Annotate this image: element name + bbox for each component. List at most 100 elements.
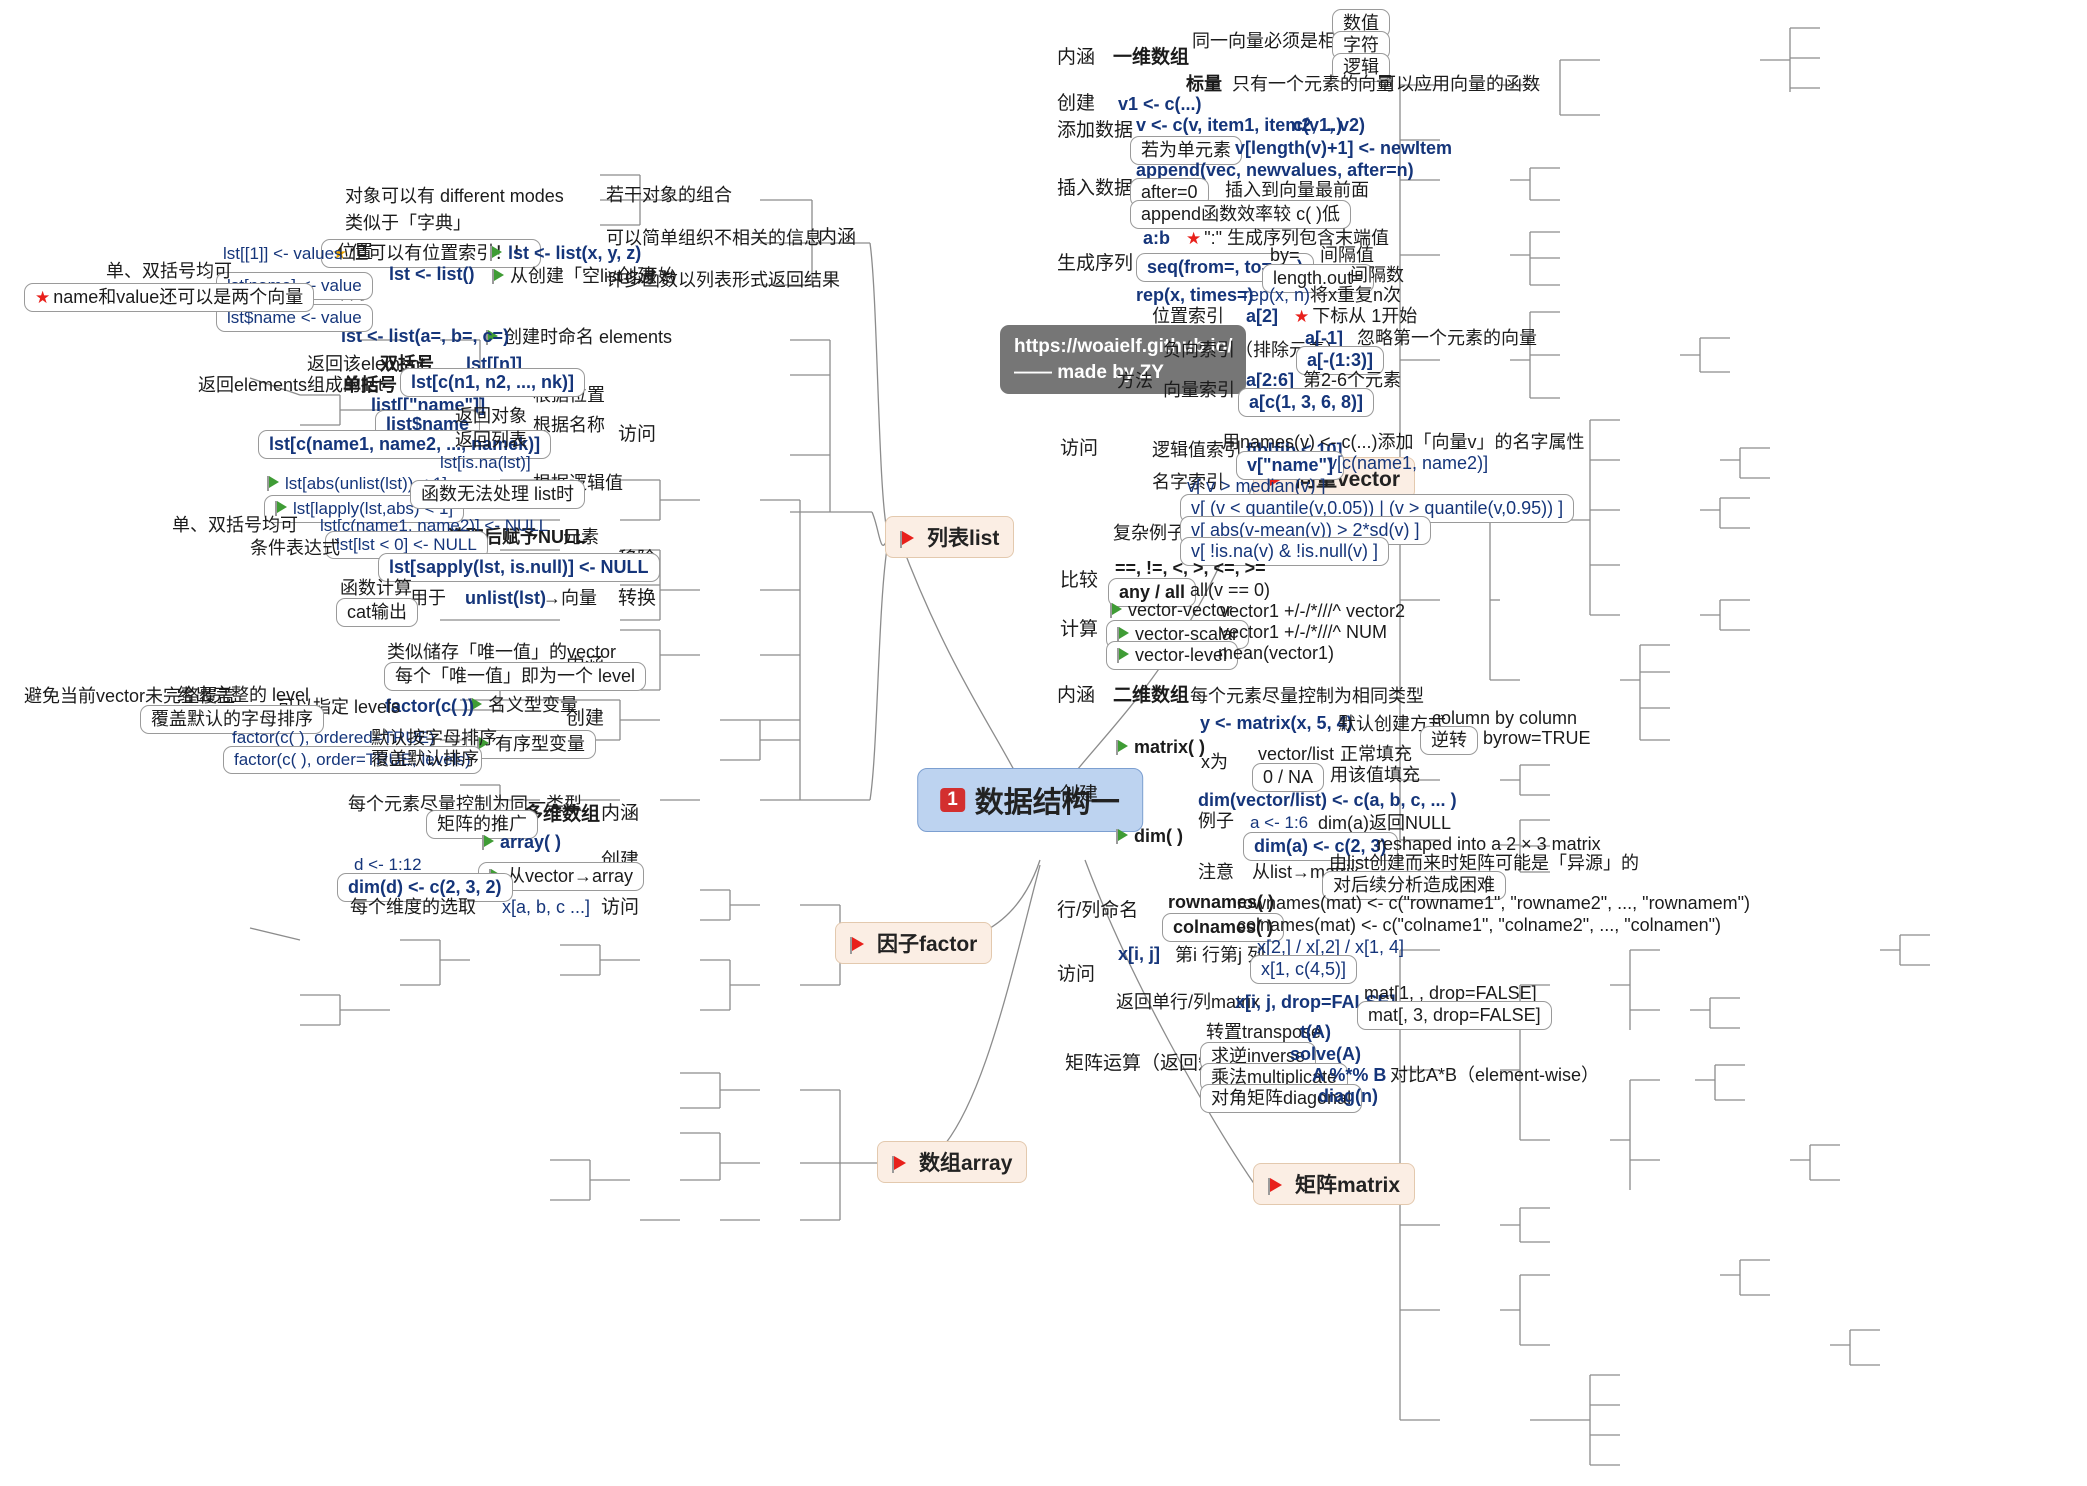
array-neihan[interactable]: 内涵 [601, 803, 639, 825]
matrix-x-wei[interactable]: x为 [1201, 752, 1228, 773]
root-topic[interactable]: 1 数据结构一 [917, 768, 1143, 832]
matrix-vector-list[interactable]: vector/list [1258, 744, 1334, 765]
vector-hulue-diyige[interactable]: 忽略第一个元素的向量 [1357, 328, 1537, 349]
matrix-yonggai-tianchong[interactable]: 用该值填充 [1330, 765, 1420, 786]
matrix-zhengchang-tianchong[interactable]: 正常填充 [1340, 744, 1412, 765]
matrix-dim-fn[interactable]: dim( ) [1116, 826, 1183, 847]
vector-jiang-x-chongfu[interactable]: 将x重复n次 [1310, 285, 1401, 306]
list-dan-shuang-2[interactable]: 单、双括号均可 [172, 515, 298, 536]
matrix-byrow-true[interactable]: byrow=TRUE [1483, 728, 1591, 749]
vector-jiangeshu[interactable]: 间隔数 [1350, 265, 1404, 286]
matrix-erwei-shuzu[interactable]: 二维数组 [1113, 685, 1189, 707]
array-x-abc[interactable]: x[a, b, c ...] [502, 897, 590, 918]
matrix-op-2-expr[interactable]: A %*% B [1312, 1065, 1386, 1086]
vector-weizhi-suoyin[interactable]: 位置索引 [1152, 306, 1224, 327]
matrix-x-examples2[interactable]: x[1, c(4,5)] [1250, 955, 1358, 984]
matrix-dim-vector-list[interactable]: dim(vector/list) <- c(a, b, c, ... ) [1198, 790, 1457, 811]
vector-rep-fn[interactable]: rep(x, times=) [1136, 285, 1254, 306]
matrix-a-16[interactable]: a <- 1:6 [1250, 813, 1308, 833]
list-create-item-1[interactable]: 从创建「空list」开始 [492, 266, 676, 287]
vector-c-v1-v2[interactable]: c(v1, v2) [1293, 115, 1365, 136]
vector-bijiao[interactable]: 比较 [1060, 570, 1098, 592]
list-fangwen[interactable]: 访问 [618, 424, 656, 446]
vector-v1-c[interactable]: v1 <- c(...) [1118, 94, 1202, 115]
list-neihan-sub-0[interactable]: 对象可以有 different modes [345, 186, 564, 207]
matrix-chuangjian[interactable]: 创建 [1060, 784, 1098, 806]
vector-a-c1368[interactable]: a[c(1, 3, 6, 8)] [1238, 388, 1375, 417]
matrix-op-2-note[interactable]: 对比A*B（element-wise） [1390, 1065, 1599, 1086]
list-zhuanhuan[interactable]: 转换 [618, 588, 656, 610]
vector-tianjia-shuju[interactable]: 添加数据 [1057, 120, 1133, 142]
matrix-zero-na[interactable]: 0 / NA [1252, 763, 1325, 792]
vector-charu-zuiqian[interactable]: 插入到向量最前面 [1225, 180, 1369, 201]
list-hanshu-wufa[interactable]: 函数无法处理 list时 [410, 480, 585, 509]
matrix-mat-drop2[interactable]: mat[, 3, drop=FALSE] [1357, 1001, 1552, 1030]
list-cat-shuchu[interactable]: cat输出 [336, 598, 419, 627]
list-lst-list[interactable]: lst <- list() [389, 264, 475, 285]
matrix-zhuyi[interactable]: 注意 [1198, 862, 1234, 883]
list-fanhui-list[interactable]: 返回elements组成的list [198, 375, 383, 396]
list-neihan-sub-1[interactable]: 类似于「字典」 [345, 213, 471, 234]
vector-yiwei-shuzu[interactable]: 一维数组 [1113, 47, 1189, 69]
matrix-colnames-expr[interactable]: colnames(mat) <- c("colname1", "colname2… [1237, 915, 1721, 936]
vector-ab[interactable]: a:b [1143, 228, 1170, 249]
matrix-op-3-expr[interactable]: diag(n) [1318, 1086, 1378, 1107]
matrix-nizhuan[interactable]: 逆转 [1420, 726, 1478, 755]
list-hanshu-jisuan[interactable]: 函数计算 [340, 578, 412, 599]
vector-operators[interactable]: ==, !=, <, >, <=, >= [1115, 558, 1266, 579]
vector-keyi-yingyong[interactable]: 可以应用向量的函数 [1378, 74, 1540, 95]
vector-charu-shuju[interactable]: 插入数据 [1057, 178, 1133, 200]
vector-append-xiaolv[interactable]: append函数效率较 c( )低 [1130, 200, 1352, 229]
vector-calc-1-expr[interactable]: vector1 +/-/*///^ NUM [1220, 622, 1387, 643]
list-assign-pos[interactable]: lst[[1]] <- values [223, 244, 343, 264]
list-lst-cn[interactable]: lst[c(n1, n2, ..., nk)] [400, 368, 586, 397]
branch-matrix[interactable]: 矩阵matrix [1253, 1163, 1416, 1205]
list-unlist[interactable]: unlist(lst) [465, 588, 546, 609]
matrix-meige-yuansu[interactable]: 每个元素尽量控制为相同类型 [1190, 686, 1424, 707]
list-neihan-item-0[interactable]: 若干对象的组合 [606, 185, 732, 206]
list-fanhui-duixiang[interactable]: 返回对象 [455, 406, 527, 427]
vector-zhiyou-yige[interactable]: 只有一个元素的向量 [1232, 74, 1394, 95]
list-lst-sapply-null[interactable]: lst[sapply(lst, is.null)] <- NULL [378, 553, 660, 582]
vector-v-length[interactable]: v[length(v)+1] <- newItem [1235, 138, 1452, 159]
matrix-lizi[interactable]: 例子 [1198, 811, 1234, 832]
list-dan-shuang-1[interactable]: 单、双括号均可 [106, 261, 232, 282]
vector-neihan[interactable]: 内涵 [1057, 47, 1095, 69]
vector-xiabiao-note[interactable]: ★ 下标从 1开始 [1294, 306, 1417, 327]
vector-names-note[interactable]: 用names(v) <- c(...)添加「向量v」的名字属性 [1222, 432, 1585, 453]
matrix-fangwen[interactable]: 访问 [1057, 964, 1095, 986]
factor-neihan-0[interactable]: 类似储存「唯一值」的vector [387, 642, 616, 663]
array-array-fn[interactable]: array( ) [482, 832, 561, 853]
vector-biaoliang[interactable]: 标量 [1186, 74, 1222, 95]
vector-calc-2-expr[interactable]: mean(vector1) [1218, 643, 1334, 664]
vector-calc-0[interactable]: vector-vector [1110, 600, 1232, 621]
vector-all-v0[interactable]: all(v == 0) [1190, 580, 1270, 601]
vector-fangwen[interactable]: 访问 [1060, 438, 1098, 460]
vector-jiangezhi[interactable]: 间隔值 [1320, 245, 1374, 266]
matrix-op-0-expr[interactable]: t(A) [1300, 1022, 1331, 1043]
list-neihan[interactable]: 内涵 [818, 227, 856, 249]
vector-fuza-lizi[interactable]: 复杂例子 [1113, 523, 1185, 544]
list-create-item-0[interactable]: lst <- list(x, y, z) [490, 243, 641, 264]
matrix-reshaped[interactable]: reshaped into a 2 × 3 matrix [1377, 834, 1601, 855]
branch-factor[interactable]: 因子factor [835, 922, 993, 964]
matrix-dim-a-null[interactable]: dim(a)返回NULL [1318, 813, 1451, 834]
factor-mingyi[interactable]: 名义型变量 [470, 695, 578, 716]
vector-v-cname[interactable]: v[c(name1, name2)] [1328, 453, 1488, 474]
vector-a2[interactable]: a[2] [1246, 306, 1278, 327]
list-tiaojian-biaodashi[interactable]: 条件表达式 [250, 538, 340, 559]
branch-list[interactable]: 列表list [885, 516, 1015, 558]
matrix-op-1-expr[interactable]: solve(A) [1290, 1044, 1361, 1065]
matrix-rownames-expr[interactable]: rownames(mat) <- c("rowname1", "rowname2… [1237, 893, 1750, 914]
list-name-value-note[interactable]: ★ name和value还可以是两个向量 [24, 283, 315, 312]
array-fangwen[interactable]: 访问 [601, 897, 639, 919]
vector-rep-xn[interactable]: rep(x, n) [1243, 285, 1310, 306]
branch-array[interactable]: 数组array [877, 1141, 1028, 1183]
vector-jisuan[interactable]: 计算 [1060, 619, 1098, 641]
array-d-112[interactable]: d <- 1:12 [354, 855, 422, 875]
matrix-matrix-fn[interactable]: matrix( ) [1116, 737, 1205, 758]
factor-bimian[interactable]: 避免当前vector未完整覆盖 [24, 686, 235, 707]
vector-fangfa[interactable]: 方法 [1117, 371, 1153, 392]
matrix-x-ij[interactable]: x[i, j] [1118, 944, 1160, 965]
vector-by-eq[interactable]: by= [1270, 245, 1300, 266]
